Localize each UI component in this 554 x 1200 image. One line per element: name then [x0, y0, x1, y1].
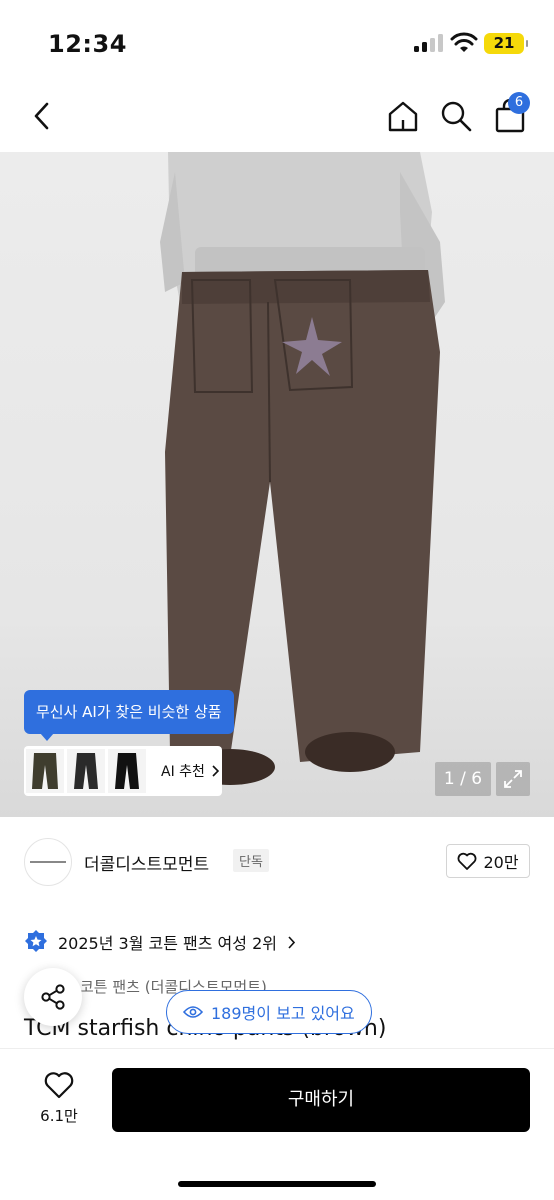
- heart-icon: [458, 852, 477, 870]
- image-counter: 1 / 6: [435, 762, 491, 796]
- brand-row: 더콜디스트모먼트 단독 20만: [0, 838, 554, 886]
- exclusive-badge: 단독: [233, 849, 269, 872]
- similar-product-thumbnail[interactable]: [67, 749, 105, 793]
- search-button[interactable]: [434, 94, 478, 138]
- brand-logo[interactable]: [24, 838, 72, 886]
- pants-thumbnail-image: [74, 753, 98, 789]
- wifi-icon: [450, 32, 478, 52]
- live-viewers-pill: 189명이 보고 있어요: [166, 990, 372, 1034]
- cart-button[interactable]: 6: [488, 92, 532, 138]
- status-bar: 12:34 21: [0, 0, 554, 86]
- ai-recommend-link[interactable]: AI 추천: [161, 761, 219, 781]
- home-indicator: [178, 1181, 376, 1187]
- chevron-right-icon: [288, 935, 295, 949]
- ai-recommend-label: AI 추천: [161, 764, 205, 780]
- home-icon: [388, 101, 418, 132]
- brand-name-link[interactable]: 더콜디스트모먼트: [84, 850, 209, 875]
- cellular-signal-icon: [414, 34, 444, 52]
- brand-like-button[interactable]: 20만: [446, 844, 530, 878]
- pants-thumbnail-image: [32, 753, 58, 789]
- fullscreen-button[interactable]: [496, 762, 530, 796]
- purchase-bar: 6.1만 구매하기: [0, 1048, 554, 1200]
- share-icon: [41, 984, 65, 1010]
- home-button[interactable]: [381, 94, 425, 138]
- chevron-left-icon: [34, 102, 49, 130]
- similar-product-thumbnail[interactable]: [26, 749, 64, 793]
- expand-icon: [504, 770, 522, 788]
- ai-recommend-card[interactable]: AI 추천: [24, 746, 222, 796]
- clock: 12:34: [48, 30, 127, 58]
- share-button[interactable]: [24, 968, 82, 1026]
- heart-icon: [44, 1072, 74, 1099]
- brand-like-count: 20만: [483, 853, 519, 872]
- ai-similar-tooltip[interactable]: 무신사 AI가 찾은 비슷한 상품: [24, 690, 234, 741]
- pants-thumbnail-image: [115, 753, 139, 789]
- brand-logo-mark: [30, 861, 66, 863]
- viewers-text: 189명이 보고 있어요: [211, 1004, 355, 1023]
- chevron-right-icon: [212, 765, 219, 777]
- similar-product-thumbnail[interactable]: [108, 749, 146, 793]
- top-navigation: 6: [0, 86, 554, 152]
- cart-count-badge: 6: [508, 92, 530, 114]
- wishlist-button[interactable]: 6.1만: [30, 1071, 88, 1126]
- star-badge-icon: [25, 930, 47, 952]
- product-image-gallery[interactable]: 무신사 AI가 찾은 비슷한 상품 AI 추천 1 / 6: [0, 152, 554, 817]
- battery-indicator: 21: [484, 33, 528, 54]
- ranking-text: 2025년 3월 코튼 팬츠 여성 2위: [58, 934, 277, 953]
- search-icon: [441, 101, 472, 132]
- wishlist-count: 6.1만: [40, 1107, 78, 1125]
- eye-icon: [183, 1006, 203, 1018]
- buy-button[interactable]: 구매하기: [112, 1068, 530, 1132]
- ranking-link[interactable]: 2025년 3월 코튼 팬츠 여성 2위: [24, 928, 295, 956]
- back-button[interactable]: [20, 94, 64, 138]
